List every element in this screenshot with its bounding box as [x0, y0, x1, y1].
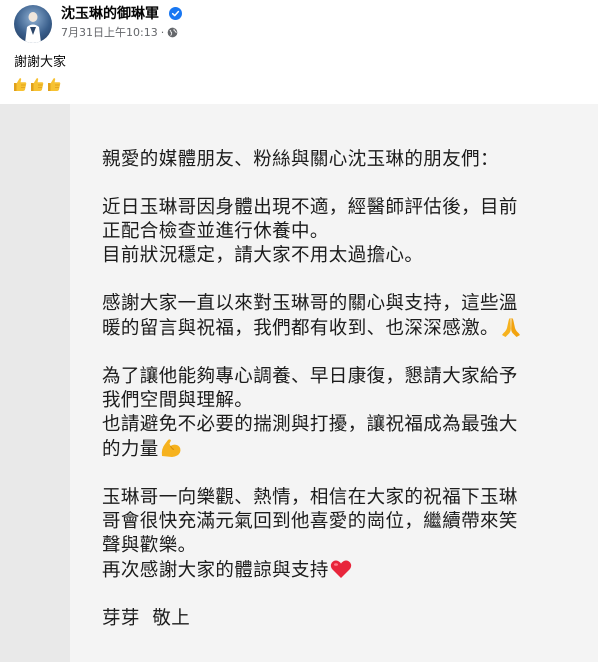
letter-line: 哥會很快充滿元氣回到他喜愛的崗位，繼續帶來笑 [102, 511, 518, 532]
letter-line-with-emoji: 再次感謝大家的體諒與支持 [102, 558, 582, 583]
page-avatar[interactable] [14, 5, 52, 43]
letter-line: 聲與歡樂。 [102, 535, 197, 556]
thumbs-up-icon [48, 78, 61, 91]
letter-line: 近日玉琳哥因身體出現不適，經醫師評估後，目前 [102, 197, 518, 218]
letter-line: 也請避免不必要的揣測與打擾，讓祝福成為最強大 [102, 414, 518, 435]
thumbs-up-icon [14, 78, 27, 91]
letter-signature: 芽芽 敬上 [102, 608, 191, 629]
post-meta: 7月31日上午10:13 · [61, 26, 178, 40]
statement-letter: 親愛的媒體朋友、粉絲與關心沈玉琳的朋友們： 近日玉琳哥因身體出現不適，經醫師評估… [102, 148, 582, 631]
page-name-link[interactable]: 沈玉琳的御琳軍 [61, 5, 159, 23]
emoji-row [12, 76, 62, 94]
verified-badge-icon [169, 7, 182, 20]
letter-line: 目前狀況穩定，請大家不用太過擔心。 [102, 245, 424, 266]
post-header: 沈玉琳的御琳軍 7月31日上午10:13 · [0, 0, 598, 46]
letter-line-with-emoji: 暖的留言與祝福，我們都有收到、也深深感激。 [102, 316, 582, 341]
letter-line-with-emoji: 的力量 [102, 437, 582, 462]
letter-line: 的力量 [102, 439, 159, 460]
letter-line: 為了讓他能夠專心調養、早日康復，懇請大家給予 [102, 366, 518, 387]
letter-line: 我們空間與理解。 [102, 390, 254, 411]
letter-line: 正配合檢查並進行休養中。 [102, 221, 329, 242]
letter-line: 暖的留言與祝福，我們都有收到、也深深感激。 [102, 318, 499, 339]
letter-line: 感謝大家一直以來對玉琳哥的關心與支持，這些溫 [102, 293, 518, 314]
globe-icon[interactable] [167, 27, 178, 38]
flexed-biceps-icon [161, 439, 181, 457]
post-message: 謝謝大家 [14, 55, 67, 70]
post-timestamp[interactable]: 7月31日上午10:13 [61, 26, 158, 39]
meta-separator: · [160, 26, 165, 39]
letter-line: 再次感謝大家的體諒與支持 [102, 560, 329, 581]
letter-line: 玉琳哥一向樂觀、熱情，相信在大家的祝福下玉琳 [102, 487, 518, 508]
red-heart-icon [330, 560, 352, 578]
folded-hands-icon [501, 318, 520, 337]
letter-greeting: 親愛的媒體朋友、粉絲與關心沈玉琳的朋友們： [102, 149, 499, 170]
thumbs-up-icon [31, 78, 44, 91]
